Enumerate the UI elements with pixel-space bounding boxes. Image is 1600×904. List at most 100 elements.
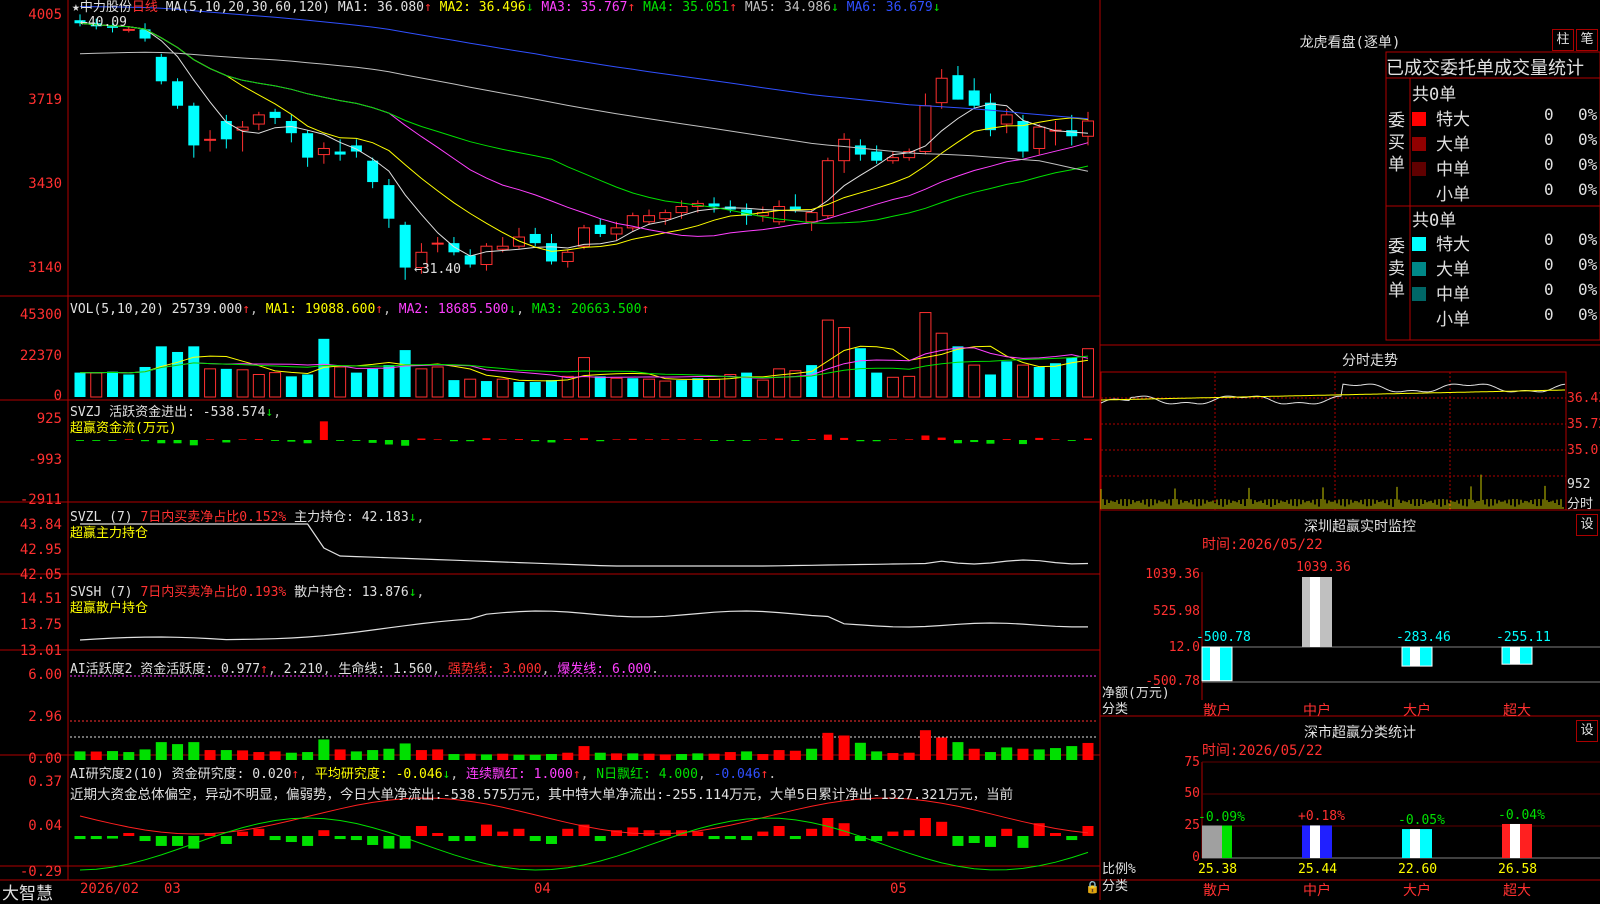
sz-monitor-title: 深圳超赢实时监控 (1304, 519, 1416, 535)
svzl-ylabel-2: 42.95 (19, 542, 62, 558)
candle (838, 138, 851, 162)
ai-research-ylabel-3: -0.29 (19, 864, 62, 880)
candle (448, 243, 460, 253)
ai-research-bar (172, 836, 184, 846)
volume-bar (594, 376, 606, 397)
svzj-bar (433, 439, 442, 440)
ai-research-bar (448, 836, 460, 842)
ai-research-bar (708, 836, 720, 840)
candle (952, 75, 964, 100)
candle (561, 251, 574, 262)
ai-active-v1: 0.977 (220, 662, 261, 677)
ai-research-bar (1066, 836, 1078, 841)
main-chart-area[interactable] (0, 0, 1600, 900)
ai-research-title: AI研究度2(10) 资金研究度: (70, 767, 245, 782)
ai-active-bar (545, 754, 557, 760)
candle (399, 224, 411, 268)
sz-monitor-value-label: -500.78 (1196, 630, 1251, 645)
svzj-bar (612, 439, 621, 440)
ai-active-bar (529, 754, 541, 760)
volume-bar (806, 365, 818, 397)
vol-ylabel-3: 0 (53, 388, 62, 404)
ma2-arrow: ↓ (525, 0, 542, 15)
sell-name: 特大 (1436, 235, 1470, 255)
svzj-bar (693, 439, 702, 440)
svsh-subtitle: 超赢散户持仓 (70, 601, 149, 616)
candle (659, 212, 672, 220)
svzj-bar (482, 438, 491, 440)
candle (431, 242, 444, 245)
svzj-bar (384, 440, 393, 445)
volume-bar (236, 369, 249, 398)
candle (155, 56, 167, 82)
ai-active-bar (155, 742, 167, 760)
vol-value: 25739.000 (171, 302, 243, 317)
svzj-bar (531, 440, 540, 442)
candle (204, 138, 217, 141)
ai-active-bar (838, 735, 850, 760)
ai-research-bar (155, 836, 167, 846)
svzj-bar (157, 440, 166, 444)
ai-research-bar (952, 836, 964, 846)
volume-bar (367, 368, 379, 397)
buy-swatch (1412, 112, 1426, 126)
sell-count: 0 (1544, 305, 1554, 324)
svzl-main-label: 主力持仓: (294, 510, 354, 525)
svzj-bar (514, 439, 523, 440)
sz-monitor-bar (1401, 646, 1433, 667)
ai-research-bar (237, 831, 249, 836)
favorite-star-icon[interactable]: ★ (72, 0, 80, 15)
ai-active-bar (480, 754, 492, 760)
svzl-header: SVZL (7) 7日内买卖净占比0.152% 主力持仓: 42.183↓, (70, 510, 425, 525)
ai-research-comment: 近期大资金总体偏空，异动不明显，偏弱势，今日大单净流出:-538.575万元，其… (70, 787, 1014, 803)
svsh-ylabel-1: 14.51 (19, 591, 62, 607)
svzj-bar (596, 440, 605, 442)
intraday-ylabel-1: 36.43 (1567, 391, 1600, 406)
volume-bar (204, 368, 217, 398)
intraday-ylabel-5: 分时 (1567, 497, 1594, 512)
sz-monitor-ylabel-2: 525.98 (1153, 604, 1200, 619)
volume-bar (789, 370, 802, 398)
ma6-value: MA6: 36.679 (846, 0, 933, 15)
sell-orders-label: 委卖单 (1388, 237, 1405, 301)
svzj-bar (368, 440, 377, 443)
ai-research-bar (724, 836, 736, 840)
sz-monitor-settings-button[interactable]: 设 (1576, 514, 1598, 536)
stock-name[interactable]: 中力股份 (80, 0, 132, 15)
candle (886, 157, 899, 162)
vol-ylabel-1: 45300 (19, 307, 62, 323)
ai-research-bar (1082, 826, 1094, 836)
ai-research-v5: -0.046 (713, 767, 761, 782)
candle (252, 114, 265, 125)
sz-class-value-label: 26.58 (1498, 862, 1538, 877)
svzj-bar (742, 440, 751, 441)
svzj-bar (449, 440, 458, 442)
volume-bar (903, 375, 916, 398)
ai-active-bar (562, 752, 574, 760)
candle (919, 105, 932, 153)
ai-active-bar (643, 753, 655, 760)
volume-bar (756, 379, 769, 398)
ai-active-strong-value: 3.000 (502, 662, 542, 677)
sell-swatch (1412, 262, 1426, 276)
ai-research-bar (302, 836, 314, 846)
tick-mode-button[interactable]: 笔 (1576, 29, 1598, 51)
buy-name: 中单 (1436, 160, 1470, 180)
candle (367, 160, 379, 183)
sz-class-bar (1302, 825, 1332, 858)
sz-class-settings-button[interactable]: 设 (1576, 720, 1598, 742)
ai-research-avg-value: -0.046 (395, 767, 443, 782)
sz-class-bar-shine (1410, 829, 1420, 858)
svzj-bar (238, 439, 247, 440)
bar-mode-button[interactable]: 柱 (1552, 29, 1574, 51)
intraday-price-line (1100, 383, 1566, 405)
ai-active-bar (724, 752, 736, 760)
period-label[interactable]: 日线 (132, 0, 158, 15)
intraday-title: 分时走势 (1342, 353, 1398, 369)
svzj-bar (758, 439, 767, 440)
ai-research-nday-value: 4.000 (658, 767, 698, 782)
xaxis-label-1: 2026/02 (80, 881, 140, 897)
ai-active-bar (611, 753, 623, 760)
lock-icon[interactable]: 🔒 (1085, 880, 1100, 894)
ma4-value: MA4: 35.051 (643, 0, 730, 15)
